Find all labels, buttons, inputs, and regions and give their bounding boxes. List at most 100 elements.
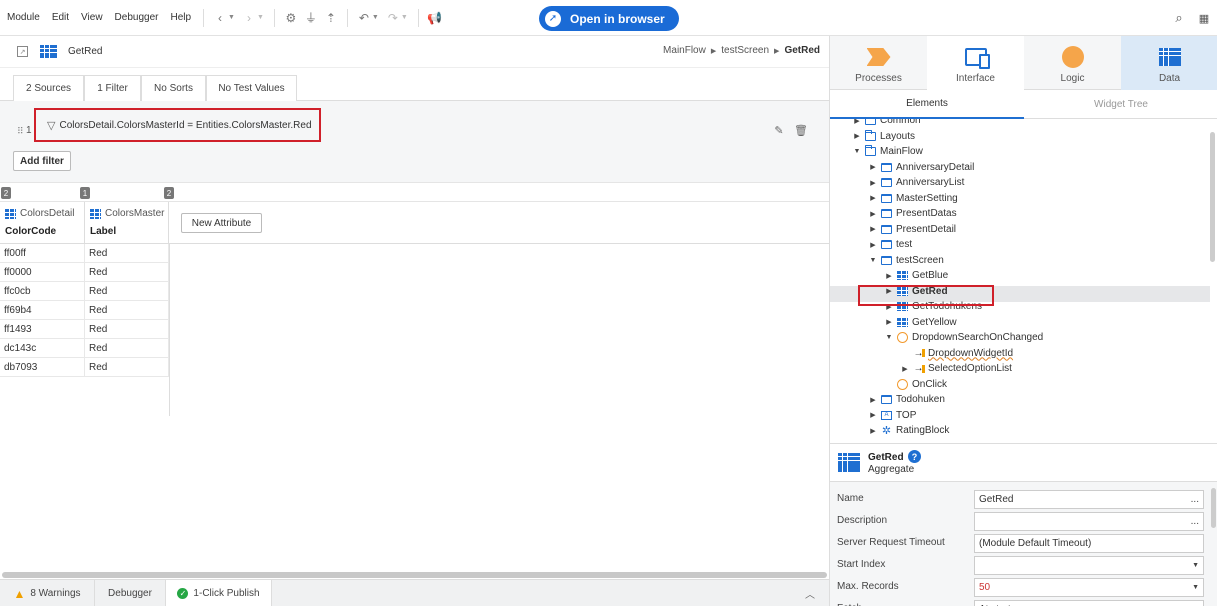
tree-scrollbar[interactable] <box>1210 132 1215 262</box>
chevron-up-icon[interactable]: ︿ <box>805 586 815 601</box>
property-field[interactable]: At start▼ <box>974 600 1204 606</box>
filter-expression[interactable]: ▽ ColorsDetail.ColorsMasterId = Entities… <box>34 108 321 142</box>
tab-test-values[interactable]: No Test Values <box>206 75 297 101</box>
undo-dropdown-icon[interactable]: ▼ <box>372 14 379 21</box>
tree-icon-wrapper <box>881 162 892 172</box>
tree-item[interactable]: ▶ GetBlue <box>884 268 948 283</box>
tree-icon-wrapper: → <box>913 363 925 374</box>
merge-icon[interactable]: ⇡ <box>321 8 341 28</box>
menu-view[interactable]: View <box>75 0 109 36</box>
column-header-colorcode[interactable]: ColorsDetail ColorCode <box>0 202 85 244</box>
search-icon[interactable]: ⌕ <box>1169 8 1189 28</box>
caret-right-icon[interactable]: ▶ <box>852 119 862 125</box>
tree-item[interactable]: ▶ → SelectedOptionList <box>900 361 1012 376</box>
tree-item[interactable]: ▶ AnniversaryDetail <box>868 160 974 175</box>
warnings-tab[interactable]: ▲ 8 Warnings <box>0 580 95 606</box>
tree-item[interactable]: ▶ GetYellow <box>884 315 956 330</box>
property-field[interactable]: 50 ▼ <box>974 578 1204 597</box>
tab-filter[interactable]: 1 Filter <box>84 75 141 101</box>
caret-right-icon[interactable]: ▶ <box>900 365 910 373</box>
drag-handle-icon[interactable]: ⠿ <box>17 126 24 137</box>
megaphone-icon[interactable]: 📢 <box>425 8 445 28</box>
forward-dropdown-icon[interactable]: ▼ <box>257 14 264 21</box>
dropdown-caret-icon[interactable]: ▼ <box>1192 557 1199 574</box>
dropdown-caret-icon[interactable]: ▼ <box>1192 601 1199 606</box>
subtab-elements[interactable]: Elements <box>830 90 1024 119</box>
debugger-tab[interactable]: Debugger <box>95 580 166 606</box>
caret-down-icon[interactable]: ▼ <box>852 148 862 155</box>
tree-item[interactable]: ▼ MainFlow <box>852 144 923 159</box>
tree-item[interactable]: ▼ DropdownSearchOnChanged <box>884 330 1043 345</box>
menu-edit[interactable]: Edit <box>46 0 75 36</box>
tree-item[interactable]: ▶ PresentDatas <box>868 206 956 221</box>
property-field[interactable]: ... <box>974 512 1204 531</box>
undo-icon[interactable]: ↶ <box>354 8 374 28</box>
caret-right-icon[interactable]: ▶ <box>868 427 878 435</box>
caret-right-icon[interactable]: ▶ <box>868 194 878 202</box>
tree-item[interactable]: ▶ Todohuken <box>868 392 945 407</box>
property-label: Start Index <box>837 559 886 570</box>
expand-icon[interactable]: ↗ <box>17 46 28 57</box>
back-dropdown-icon[interactable]: ▼ <box>228 14 235 21</box>
settings-gear-icon[interactable]: ⚙ <box>281 8 301 28</box>
property-field[interactable]: (Module Default Timeout) <box>974 534 1204 553</box>
tab-processes[interactable]: Processes <box>830 36 927 90</box>
property-field[interactable]: ▼ <box>974 556 1204 575</box>
caret-down-icon[interactable]: ▼ <box>884 334 894 341</box>
caret-right-icon[interactable]: ▶ <box>868 411 878 419</box>
tab-sorts[interactable]: No Sorts <box>141 75 206 101</box>
dropdown-caret-icon[interactable]: ▼ <box>1192 579 1199 596</box>
menu-module[interactable]: Module <box>0 0 46 36</box>
tree-item[interactable]: OnClick <box>884 377 947 392</box>
caret-right-icon[interactable]: ▶ <box>868 241 878 249</box>
tab-sources[interactable]: 2 Sources <box>13 75 84 101</box>
tree-item[interactable]: ▼ testScreen <box>868 253 944 268</box>
tree-icon-wrapper <box>881 395 892 404</box>
delete-trash-icon[interactable]: 🗑 <box>794 124 808 137</box>
tree-item[interactable]: ▶ MasterSetting <box>868 191 957 206</box>
menu-debugger[interactable]: Debugger <box>109 0 165 36</box>
ellipsis-icon[interactable]: ... <box>1191 513 1199 530</box>
caret-right-icon[interactable]: ▶ <box>868 396 878 404</box>
caret-right-icon[interactable]: ▶ <box>884 272 894 280</box>
tree-item[interactable]: ▶ ✲ RatingBlock <box>868 423 949 438</box>
back-icon[interactable]: ‹ <box>210 8 230 28</box>
tree-item[interactable]: ▶ AnniversaryList <box>868 175 964 190</box>
tree-item[interactable]: → DropdownWidgetId <box>900 346 1014 361</box>
property-field[interactable]: GetRed... <box>974 490 1204 509</box>
tree-item[interactable]: ▶ Layouts <box>852 129 915 144</box>
horizontal-scrollbar[interactable] <box>2 572 827 578</box>
forward-icon[interactable]: › <box>239 8 259 28</box>
open-in-browser-button[interactable]: ➚ Open in browser <box>539 6 679 31</box>
tree-item[interactable]: ▶ Common <box>852 119 921 128</box>
tree-item[interactable]: ▶ A TOP <box>868 408 916 423</box>
publish-tab[interactable]: ✓ 1-Click Publish <box>166 580 272 606</box>
caret-right-icon[interactable]: ▶ <box>884 318 894 326</box>
breadcrumb-mainflow[interactable]: MainFlow <box>663 45 706 56</box>
caret-right-icon[interactable]: ▶ <box>868 225 878 233</box>
caret-down-icon[interactable]: ▼ <box>868 257 878 264</box>
properties-scrollbar[interactable] <box>1211 488 1216 528</box>
expression-editor-icon[interactable]: ✎ <box>773 124 785 137</box>
column-header-label[interactable]: ColorsMaster Label <box>85 202 169 244</box>
caret-right-icon[interactable]: ▶ <box>868 179 878 187</box>
ellipsis-icon[interactable]: ... <box>1191 491 1199 508</box>
redo-icon[interactable]: ↷ <box>383 8 403 28</box>
apps-grid-icon[interactable]: ▦ <box>1194 8 1214 28</box>
caret-right-icon[interactable]: ▶ <box>868 163 878 171</box>
tab-logic[interactable]: Logic <box>1024 36 1121 90</box>
menu-help[interactable]: Help <box>164 0 197 36</box>
caret-right-icon[interactable]: ▶ <box>852 132 862 140</box>
tab-data[interactable]: Data <box>1121 36 1217 90</box>
new-attribute-button[interactable]: New Attribute <box>181 213 262 233</box>
redo-dropdown-icon[interactable]: ▼ <box>401 14 408 21</box>
tree-item[interactable]: ▶ PresentDetail <box>868 222 956 237</box>
add-filter-button[interactable]: Add filter <box>13 151 71 171</box>
tree-item[interactable]: ▶ test <box>868 237 912 252</box>
breadcrumb-testscreen[interactable]: testScreen <box>721 45 769 56</box>
help-icon[interactable]: ? <box>908 450 921 463</box>
subtab-widget-tree[interactable]: Widget Tree <box>1024 90 1217 119</box>
tab-interface[interactable]: Interface <box>927 36 1024 90</box>
plug-icon[interactable]: ⏚ <box>301 8 321 28</box>
caret-right-icon[interactable]: ▶ <box>868 210 878 218</box>
